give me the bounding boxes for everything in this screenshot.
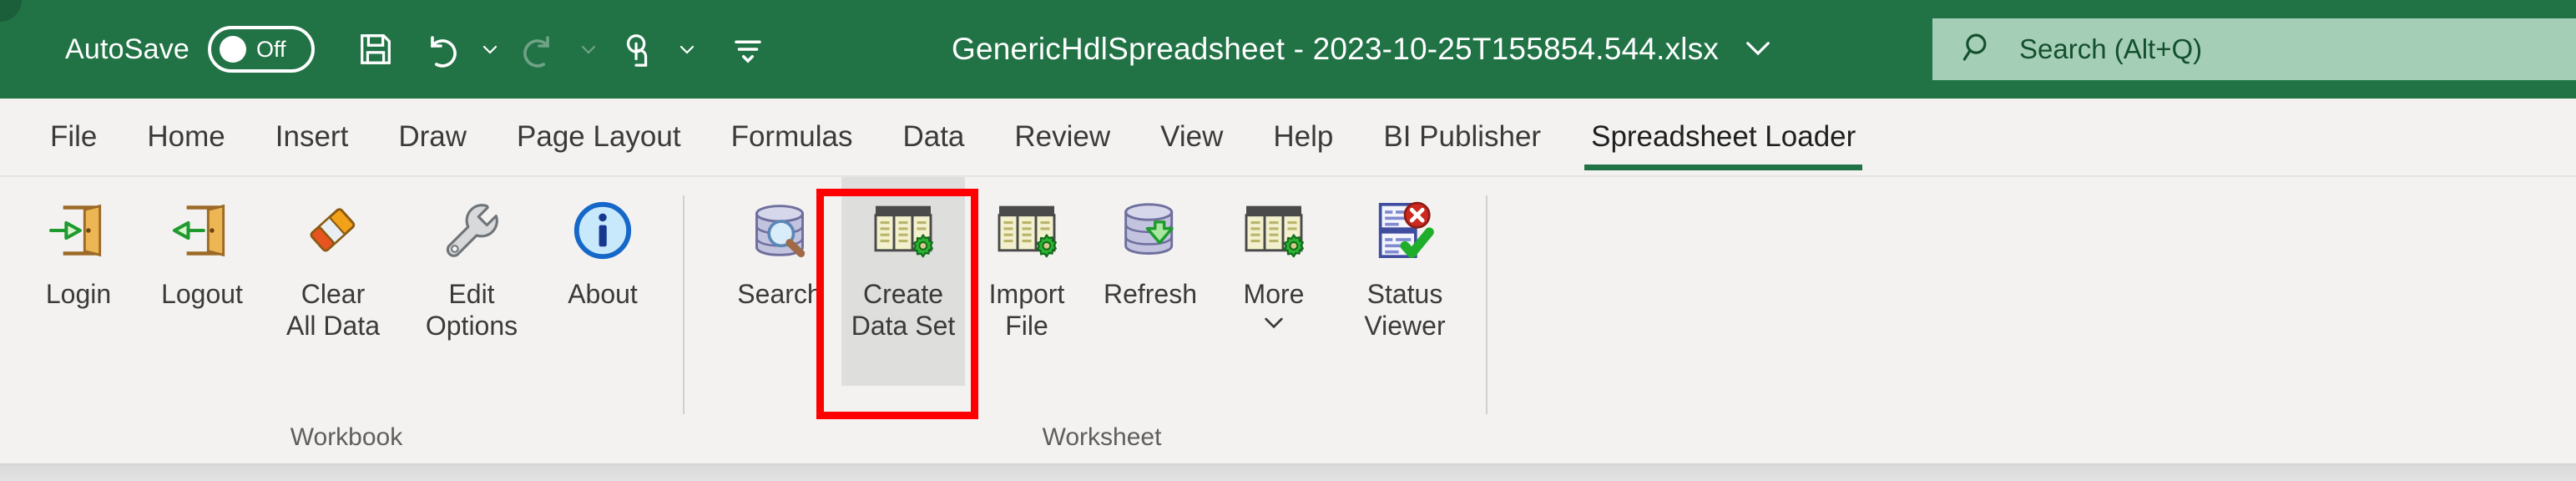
ribbon-group-label: Workbook <box>290 423 403 451</box>
ribbon-group-label: Worksheet <box>1042 423 1162 451</box>
tab-view[interactable]: View <box>1135 99 1248 175</box>
tab-review[interactable]: Review <box>989 99 1135 175</box>
ribbon-button-edit-options[interactable]: Edit Options <box>402 177 541 386</box>
ribbon-button-label: Login <box>45 279 112 309</box>
ribbon-button-label: Edit <box>448 279 495 309</box>
title-chevron-down-icon[interactable] <box>1740 30 1775 69</box>
ribbon: Login Logout Clear All Data Edit Options… <box>0 175 2576 463</box>
ribbon-button-label-line2: All Data <box>285 310 381 341</box>
autosave-control[interactable]: AutoSave Off <box>65 26 316 73</box>
tab-home[interactable]: Home <box>122 99 250 175</box>
undo-icon[interactable] <box>408 17 473 82</box>
ribbon-button-search[interactable]: Search <box>718 177 841 386</box>
tab-draw[interactable]: Draw <box>373 99 492 175</box>
ribbon-button-label: About <box>568 279 638 309</box>
ribbon-button-clear-all-data[interactable]: Clear All Data <box>264 177 402 386</box>
redo-chevron-down-icon <box>572 17 605 82</box>
search-placeholder-text: Search (Alt+Q) <box>2019 33 2203 64</box>
ribbon-button-status-viewer[interactable]: Status Viewer <box>1336 177 1474 386</box>
quick-access-toolbar <box>343 0 780 99</box>
tab-label: Draw <box>398 120 467 153</box>
tab-page-layout[interactable]: Page Layout <box>492 99 706 175</box>
bottom-status-strip <box>0 463 2576 481</box>
ribbon-button-label-line2: Data Set <box>851 310 956 341</box>
ribbon-button-login[interactable]: Login <box>17 177 140 386</box>
ribbon-button-import-file[interactable]: Import File <box>965 177 1088 386</box>
autosave-state-label: Off <box>256 36 286 62</box>
search-input[interactable]: Search (Alt+Q) <box>1932 18 2576 80</box>
ribbon-tab-strip: File Home Insert Draw Page Layout Formul… <box>0 99 2576 175</box>
spreadsheet-gear-icon <box>1234 190 1314 271</box>
ribbon-button-label-line2: Viewer <box>1364 310 1446 341</box>
tab-label: Data <box>902 120 965 153</box>
tab-label: Review <box>1014 120 1111 153</box>
info-circle-icon <box>563 190 643 271</box>
ribbon-button-label: Clear <box>301 279 366 309</box>
ribbon-button-label: Import <box>988 279 1065 309</box>
ribbon-button-label-line2: Options <box>425 310 518 341</box>
group-divider <box>1486 195 1488 414</box>
login-door-icon <box>38 190 119 271</box>
tab-data[interactable]: Data <box>877 99 989 175</box>
toggle-knob-icon <box>220 36 247 63</box>
ribbon-button-label: Refresh <box>1103 279 1198 309</box>
ribbon-button-label-line2: File <box>1005 310 1048 341</box>
touch-chevron-down-icon[interactable] <box>670 17 704 82</box>
ribbon-button-label: Status <box>1366 279 1443 309</box>
tab-label: Spreadsheet Loader <box>1591 120 1856 153</box>
tab-bi-publisher[interactable]: BI Publisher <box>1358 99 1566 175</box>
redo-icon <box>507 17 572 82</box>
spreadsheet-gear-icon <box>863 190 943 271</box>
ribbon-group-workbook: Login Logout Clear All Data Edit Options… <box>17 177 676 465</box>
ribbon-button-create-data-set[interactable]: Create Data Set <box>841 177 965 386</box>
search-icon <box>1961 30 1996 69</box>
tab-label: File <box>50 120 98 153</box>
logout-door-icon <box>162 190 242 271</box>
group-divider <box>683 195 684 414</box>
customize-qat-icon[interactable] <box>715 17 780 82</box>
wrench-icon <box>432 190 512 271</box>
tab-label: Home <box>147 120 225 153</box>
autosave-label: AutoSave <box>65 33 190 65</box>
save-icon[interactable] <box>343 17 408 82</box>
spreadsheet-gear-icon <box>987 190 1067 271</box>
ribbon-button-label: Logout <box>161 279 243 309</box>
database-search-icon <box>740 190 820 271</box>
tab-label: Help <box>1273 120 1334 153</box>
tab-insert[interactable]: Insert <box>250 99 374 175</box>
tab-label: View <box>1160 120 1224 153</box>
status-viewer-icon <box>1365 190 1445 271</box>
ribbon-button-more[interactable]: More <box>1212 177 1336 386</box>
ribbon-button-label: More <box>1243 279 1305 309</box>
tab-formulas[interactable]: Formulas <box>706 99 878 175</box>
autosave-toggle[interactable]: Off <box>208 26 316 73</box>
tab-label: Formulas <box>730 120 853 153</box>
touch-mode-icon[interactable] <box>605 17 670 82</box>
window-title: GenericHdlSpreadsheet - 2023-10-25T15585… <box>952 0 1775 99</box>
tab-spreadsheet-loader[interactable]: Spreadsheet Loader <box>1566 99 1881 175</box>
tab-file[interactable]: File <box>25 99 122 175</box>
tab-label: Insert <box>275 120 349 153</box>
ribbon-button-label: Create <box>862 279 944 309</box>
ribbon-button-about[interactable]: About <box>541 177 664 386</box>
database-download-icon <box>1110 190 1190 271</box>
ribbon-button-refresh[interactable]: Refresh <box>1088 177 1212 386</box>
tab-label: BI Publisher <box>1383 120 1542 153</box>
chevron-down-icon[interactable] <box>1260 312 1288 337</box>
document-title: GenericHdlSpreadsheet - 2023-10-25T15585… <box>952 32 1720 66</box>
ribbon-button-logout[interactable]: Logout <box>140 177 264 386</box>
undo-chevron-down-icon[interactable] <box>473 17 507 82</box>
title-bar: AutoSave Off GenericHdlSpreadsheet - 202… <box>0 0 2576 99</box>
ribbon-button-label: Search <box>737 279 822 309</box>
tab-label: Page Layout <box>517 120 681 153</box>
tab-help[interactable]: Help <box>1248 99 1358 175</box>
eraser-icon <box>293 190 373 271</box>
ribbon-group-worksheet: Search Create Data Set Import File Refre… <box>718 177 1486 465</box>
